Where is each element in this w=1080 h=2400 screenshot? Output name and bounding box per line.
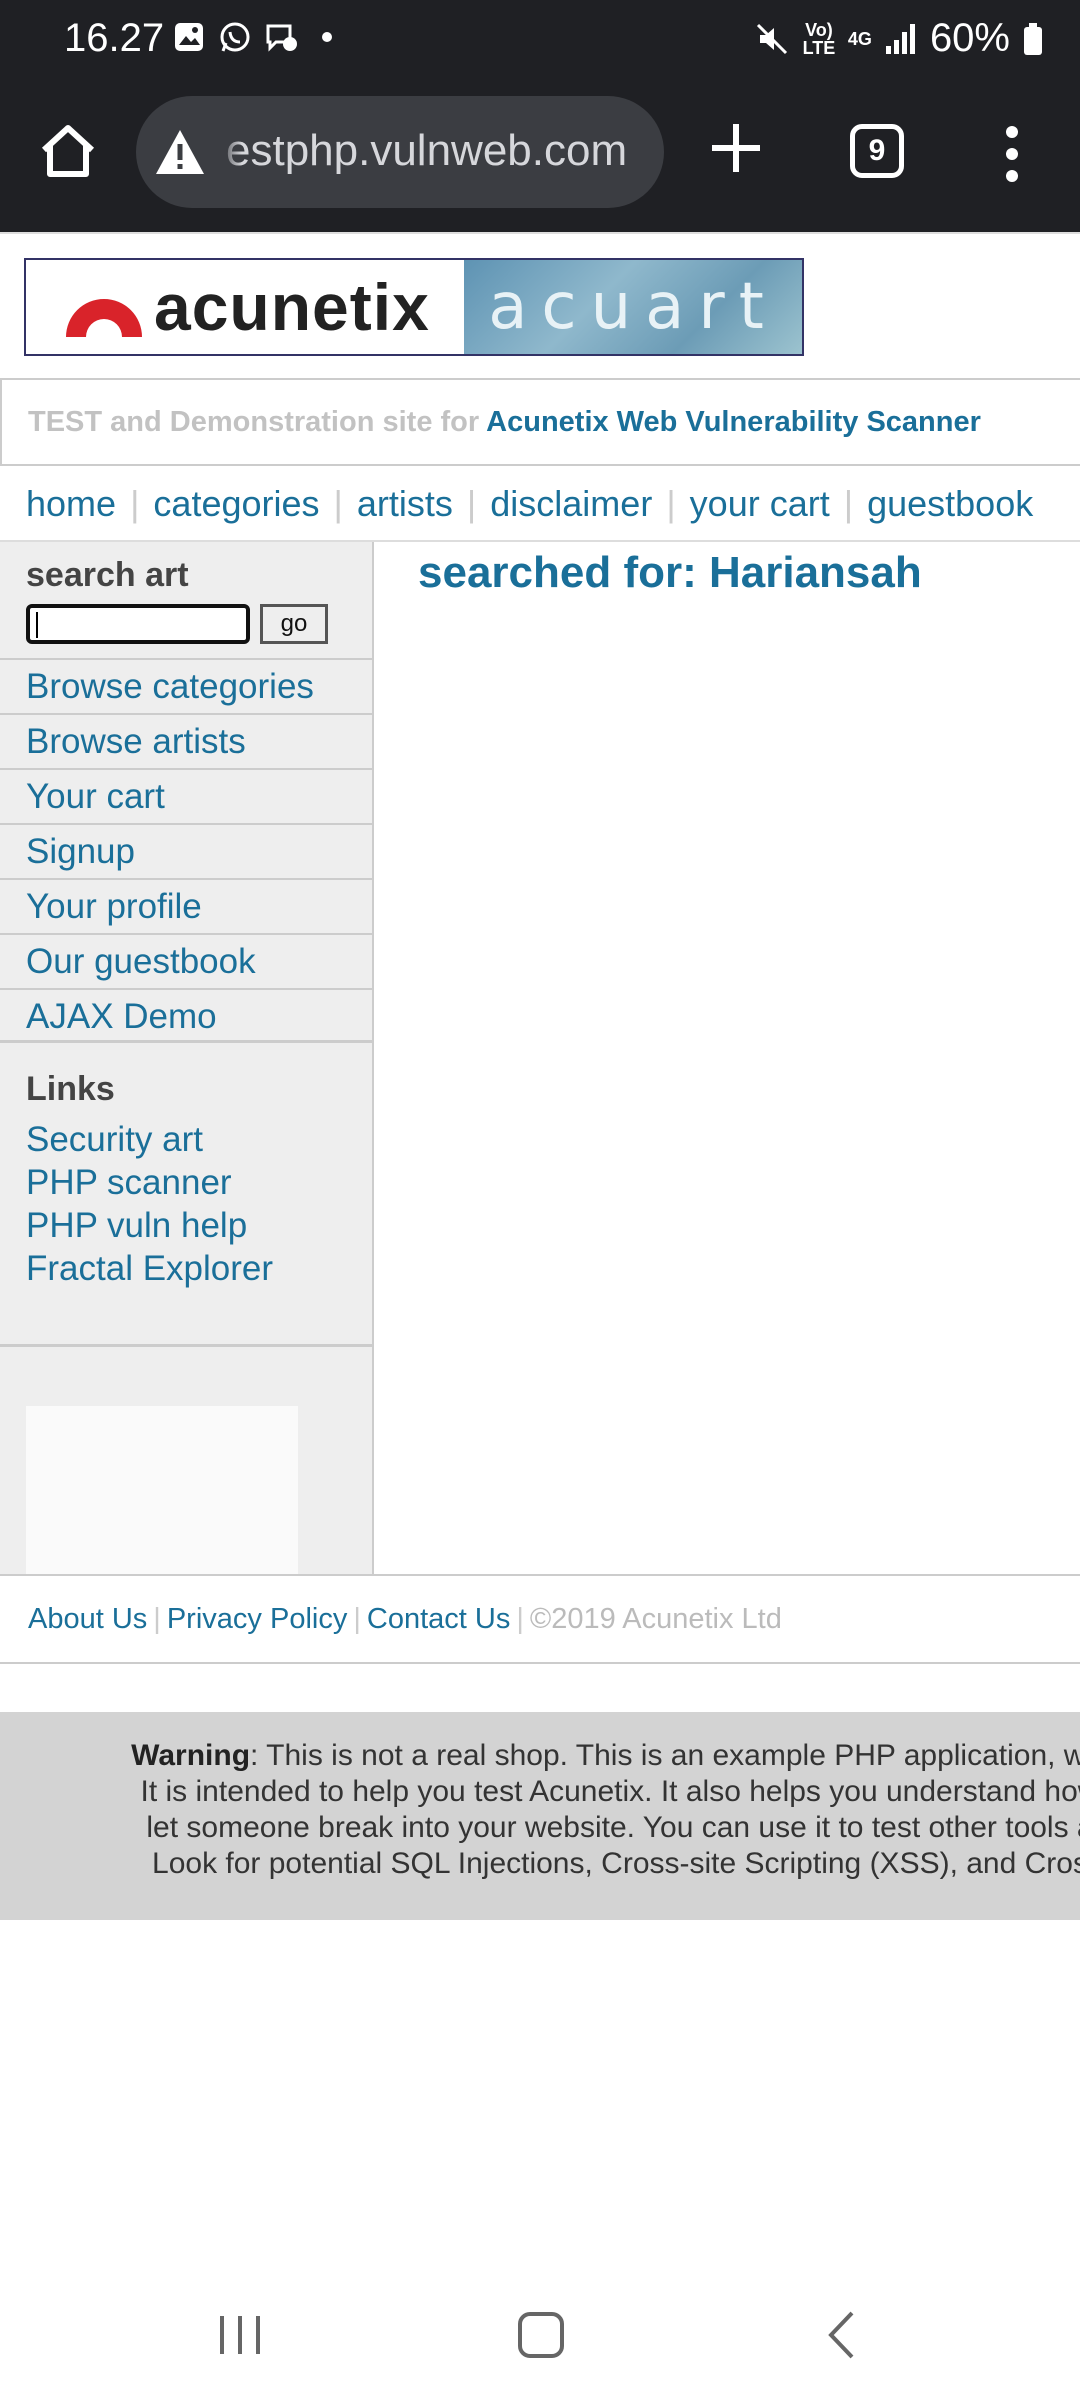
acuart-word: acuart [488,270,778,344]
battery-percent: 60% [929,16,1010,60]
nav-guestbook[interactable]: guestbook [867,483,1033,524]
acunetix-logo: acunetix [26,260,464,354]
sidebar: search art go Browse categories Browse a… [0,542,374,1574]
home-icon[interactable] [38,120,98,180]
warning-text: Warning: This is not a real shop. This i… [0,1738,1080,1882]
tagline-link[interactable]: Acunetix Web Vulnerability Scanner [486,406,981,438]
side-item-ajax-demo[interactable]: AJAX Demo [0,988,372,1043]
address-bar[interactable]: estphp.vulnweb.com [136,96,664,208]
side-item-browse-categories[interactable]: Browse categories [0,658,372,713]
link-php-vuln-help[interactable]: PHP vuln help [26,1204,273,1247]
link-security-art[interactable]: Security art [26,1118,273,1161]
network-indicator: 4G [847,28,872,49]
side-item-our-guestbook[interactable]: Our guestbook [0,933,372,988]
side-item-browse-artists[interactable]: Browse artists [0,713,372,768]
messenger-icon [266,24,297,52]
top-nav: home | categories | artists | disclaimer | your … [0,468,1080,540]
status-time: 16.27 [64,16,165,60]
links-list: Security art PHP scanner PHP vuln help F… [26,1118,273,1290]
footer-about-us[interactable]: About Us [28,1603,147,1635]
side-item-your-profile[interactable]: Your profile [0,878,372,933]
nav-home[interactable]: home [26,483,116,524]
mute-icon [756,23,787,54]
warning-label: Warning [131,1739,251,1772]
search-label: search art [26,556,189,594]
warning-line-1: Warning: This is not a real shop. This i… [0,1738,1080,1774]
acuart-banner: acuart [464,260,802,354]
nav-separator: | [333,483,343,524]
nav-separator: | [843,483,854,524]
volte-indicator: Vo) LTE [802,19,836,58]
gallery-icon [175,23,203,51]
nav-home-icon[interactable] [518,2312,564,2358]
nav-your-cart[interactable]: your cart [690,483,830,524]
links-title: Links [26,1070,115,1108]
nav-disclaimer[interactable]: disclaimer [490,483,652,524]
footer-privacy-policy[interactable]: Privacy Policy [167,1603,348,1635]
link-php-scanner[interactable]: PHP scanner [26,1161,273,1204]
footer-contact-us[interactable]: Contact Us [367,1603,510,1635]
footer-separator: | [516,1603,524,1635]
status-bar: 16.27 Vo) LTE 4G 60% [0,0,1080,80]
warning-icon[interactable] [154,128,206,176]
warning-line-3: let someone break into your website. You… [146,1811,1080,1844]
dot-icon [322,32,332,42]
side-menu: Browse categories Browse artists Your ca… [0,658,372,1043]
system-icons: Vo) LTE 4G 60% [754,16,1044,61]
copyright: ©2019 Acunetix Ltd [529,1603,782,1635]
recents-icon[interactable] [218,2314,262,2356]
back-icon[interactable] [826,2310,856,2360]
menu-icon[interactable] [998,124,1026,184]
notification-icons [172,20,344,54]
tabs-button[interactable]: 9 [850,124,904,178]
browser-toolbar: estphp.vulnweb.com 9 [0,80,1080,232]
link-fractal-explorer[interactable]: Fractal Explorer [26,1247,273,1290]
signal-icon [885,23,915,54]
nav-separator: | [466,483,477,524]
warning-line-4: Look for potential SQL Injections, Cross… [152,1847,1080,1880]
sidebar-placeholder-box [26,1406,298,1574]
go-button[interactable]: go [260,604,328,644]
url-text[interactable]: estphp.vulnweb.com [226,126,627,176]
search-input[interactable] [26,604,250,644]
search-result-title: searched for: Hariansah [418,548,922,597]
url-fade [218,96,242,208]
nav-artists[interactable]: artists [357,483,453,524]
warning-line-1-text: : This is not a real shop. This is an ex… [250,1739,1080,1772]
nav-separator: | [130,483,140,524]
warning-line-2: It is intended to help you test Acunetix… [140,1775,1080,1808]
footer-separator: | [353,1603,361,1635]
footer-separator: | [153,1603,161,1635]
acunetix-arc-icon [66,299,142,337]
whatsapp-icon [220,22,250,52]
side-item-signup[interactable]: Signup [0,823,372,878]
sidebar-divider [0,1344,372,1347]
side-item-your-cart[interactable]: Your cart [0,768,372,823]
logo-word: acunetix [154,270,430,344]
text-caret [36,612,38,638]
footer: About Us | Privacy Policy | Contact Us | ©2019… [0,1574,1080,1664]
plus-icon[interactable] [708,120,764,176]
battery-icon [1024,22,1042,55]
nav-separator: | [666,483,676,524]
site-logo[interactable]: acunetix acuart [24,258,804,356]
nav-categories[interactable]: categories [153,483,319,524]
tagline: TEST and Demonstration site for Acunetix… [0,378,1080,466]
tagline-prefix: TEST and Demonstration site for [28,406,480,438]
web-page: acunetix acuart TEST and Demonstration s… [0,232,1080,2282]
warning-banner: Warning: This is not a real shop. This i… [0,1712,1080,1920]
system-nav-bar [0,2282,1080,2400]
